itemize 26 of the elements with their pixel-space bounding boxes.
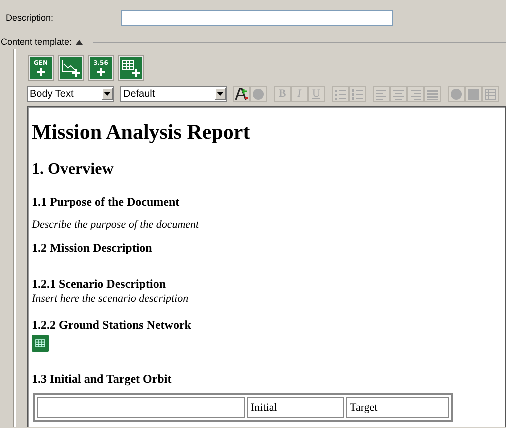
plus-icon xyxy=(37,68,45,76)
collapse-arrow-icon[interactable] xyxy=(76,40,84,44)
plus-icon xyxy=(97,68,105,76)
description-label: Description: xyxy=(6,13,55,23)
subsection-heading: 1.3 Initial and Target Orbit xyxy=(32,372,172,387)
font-color-button[interactable] xyxy=(233,86,250,102)
chart-insert-button[interactable] xyxy=(58,55,84,81)
description-field[interactable] xyxy=(121,10,393,26)
dropdown-arrow-icon[interactable] xyxy=(104,92,112,96)
table-cell[interactable]: Initial xyxy=(247,397,344,418)
table-insert-button[interactable] xyxy=(118,55,144,81)
subsection-heading: 1.2.1 Scenario Description xyxy=(32,277,166,292)
section-heading: 1. Overview xyxy=(32,160,114,180)
placeholder-text: Insert here the scenario description xyxy=(32,292,189,307)
content-template-label: Content template: xyxy=(1,37,72,47)
placeholder-text: Describe the purpose of the document xyxy=(32,218,200,233)
font-dropdown[interactable]: Default xyxy=(120,86,227,102)
table-cell[interactable] xyxy=(37,397,245,418)
style-dropdown[interactable]: Body Text xyxy=(27,86,114,102)
dropdown-arrow-icon[interactable] xyxy=(217,92,224,96)
subsection-heading: 1.2.2 Ground Stations Network xyxy=(32,318,192,333)
subsection-heading: 1.2 Mission Description xyxy=(32,241,152,256)
subsection-heading: 1.1 Purpose of the Document xyxy=(32,195,180,210)
table-icon[interactable] xyxy=(32,335,49,352)
table-cell[interactable]: Target xyxy=(346,397,449,418)
document-title: Mission Analysis Report xyxy=(32,119,250,145)
